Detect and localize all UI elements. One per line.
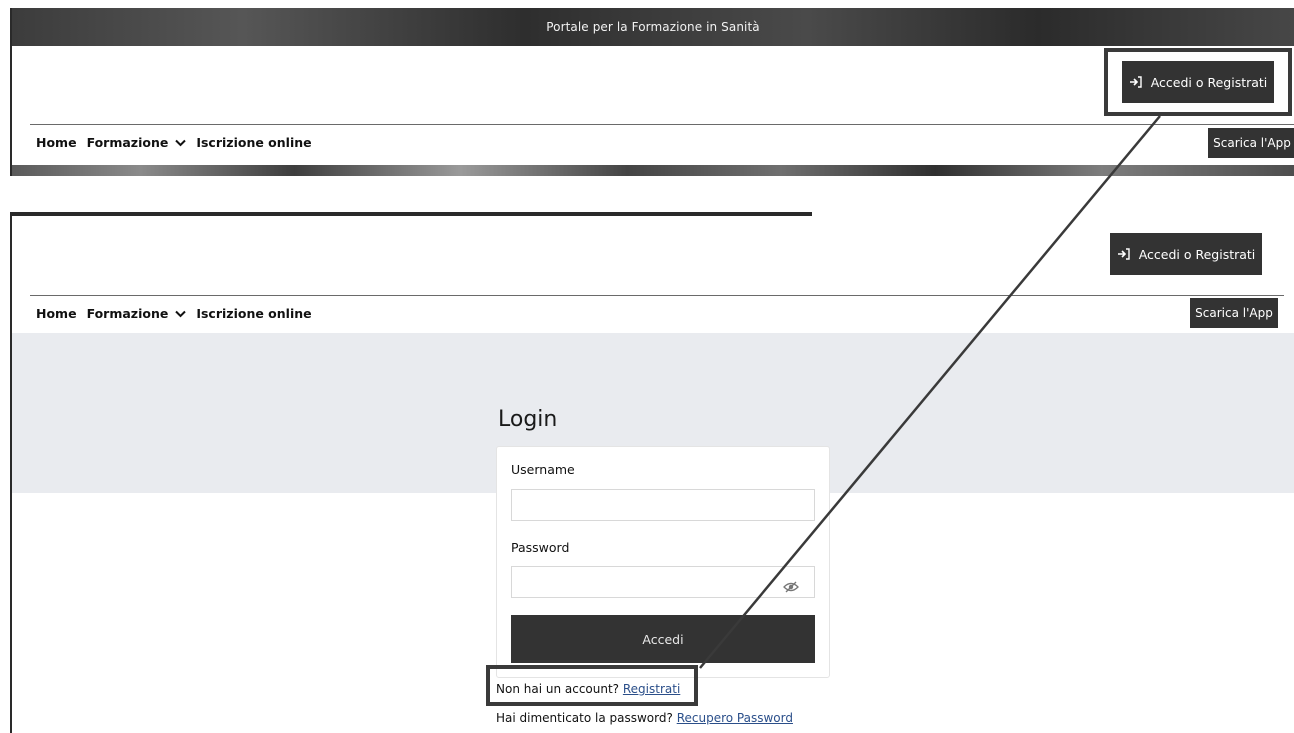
sign-in-icon [1117, 248, 1131, 260]
header-preview-panel: Portale per la Formazione in Sanità Acce… [10, 8, 1294, 176]
password-label: Password [511, 540, 570, 555]
login-page-panel: Accedi o Registrati Home Formazione Iscr… [10, 212, 1294, 733]
main-nav: Home Formazione Iscrizione online [36, 135, 312, 150]
login-form-card: Username Password Accedi [496, 446, 830, 678]
nav-divider [30, 295, 1284, 296]
nav-formazione[interactable]: Formazione [87, 306, 187, 321]
nav-home[interactable]: Home [36, 135, 77, 150]
login-submit-button[interactable]: Accedi [511, 615, 815, 663]
login-register-button-2[interactable]: Accedi o Registrati [1110, 233, 1262, 275]
main-nav: Home Formazione Iscrizione online [36, 306, 312, 321]
forgot-password-prompt: Hai dimenticato la password? Recupero Pa… [496, 711, 793, 725]
register-prompt: Non hai un account? Registrati [496, 682, 680, 696]
nav-formazione-label: Formazione [86, 135, 169, 150]
login-register-button[interactable]: Accedi o Registrati [1122, 61, 1274, 103]
chevron-down-icon [175, 306, 187, 321]
nav-home[interactable]: Home [36, 306, 77, 321]
site-title: Portale per la Formazione in Sanità [546, 20, 760, 34]
download-app-button[interactable]: Scarica l'App [1208, 128, 1294, 158]
forgot-password-text: Hai dimenticato la password? [496, 711, 673, 725]
hero-image-strip [12, 165, 1294, 176]
chevron-down-icon [175, 135, 187, 150]
register-link[interactable]: Registrati [623, 682, 680, 696]
password-input[interactable] [511, 566, 815, 598]
panel-top-edge [12, 212, 812, 216]
nav-divider [30, 124, 1294, 125]
login-register-label: Accedi o Registrati [1150, 74, 1268, 90]
username-label: Username [511, 462, 575, 477]
recover-password-link[interactable]: Recupero Password [677, 711, 793, 725]
login-register-label: Accedi o Registrati [1138, 246, 1256, 262]
username-input[interactable] [511, 489, 815, 521]
top-banner: Portale per la Formazione in Sanità [12, 8, 1294, 46]
no-account-text: Non hai un account? [496, 682, 620, 696]
nav-iscrizione-online[interactable]: Iscrizione online [196, 306, 311, 321]
nav-formazione-label: Formazione [86, 306, 169, 321]
nav-iscrizione-online[interactable]: Iscrizione online [196, 135, 311, 150]
nav-formazione[interactable]: Formazione [87, 135, 187, 150]
login-title: Login [498, 407, 558, 432]
eye-slash-icon[interactable] [783, 578, 799, 597]
download-app-button[interactable]: Scarica l'App [1190, 298, 1278, 328]
sign-in-icon [1129, 76, 1143, 88]
